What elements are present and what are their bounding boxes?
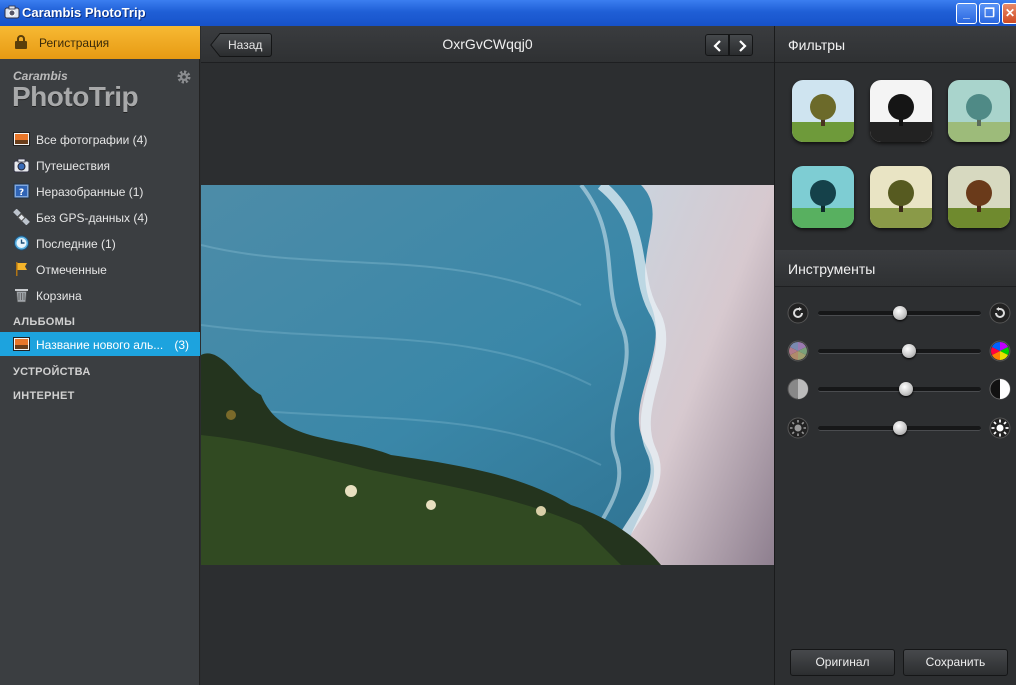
tree-icon — [792, 166, 854, 228]
slider-handle[interactable] — [892, 421, 907, 435]
nav-travels[interactable]: Путешествия — [0, 153, 200, 177]
svg-text:?: ? — [19, 188, 24, 198]
nav-trash[interactable]: Корзина — [0, 283, 200, 307]
photos-icon — [13, 132, 30, 146]
album-icon — [13, 337, 30, 351]
register-label: Регистрация — [39, 36, 110, 50]
nav-label: Все фотографии (4) — [36, 133, 148, 147]
rotate-right-icon[interactable] — [989, 302, 1011, 324]
tools-header: Инструменты — [775, 250, 1016, 287]
viewer-toolbar: Назад OxrGvCWqqj0 — [201, 26, 774, 63]
maximize-button[interactable]: ❐ — [979, 3, 1000, 24]
brightness-high-icon[interactable] — [989, 417, 1011, 439]
sidebar: Регистрация Carambis PhotoTrip Все фотог… — [0, 26, 200, 685]
devices-header[interactable]: УСТРОЙСТВА — [13, 366, 91, 378]
filter-cool[interactable] — [948, 80, 1010, 142]
tree-icon — [870, 166, 932, 228]
gear-icon[interactable] — [176, 69, 192, 85]
app-icon — [4, 5, 20, 19]
album-label: Название нового аль... — [36, 338, 164, 352]
chevron-left-icon — [713, 40, 721, 52]
brightness-tool — [787, 416, 1011, 440]
tree-icon — [792, 80, 854, 142]
slider-handle[interactable] — [902, 344, 917, 358]
right-panel: Фильтры Инструменты Оригинал Сохранить — [774, 26, 1016, 685]
album-count: (3) — [174, 338, 189, 352]
camera-icon — [13, 158, 30, 173]
filter-normal[interactable] — [792, 80, 854, 142]
clock-icon — [14, 235, 29, 251]
tools-title: Инструменты — [788, 261, 876, 277]
contrast-tool — [787, 377, 1011, 401]
rotate-tool — [787, 301, 1011, 325]
nav-unsorted[interactable]: ? Неразобранные (1) — [0, 179, 200, 203]
nav-flagged[interactable]: Отмеченные — [0, 257, 200, 281]
saturation-high-icon[interactable] — [989, 340, 1011, 362]
nav-label: Без GPS-данных (4) — [36, 211, 149, 225]
next-photo-button[interactable] — [729, 34, 753, 56]
main-photo — [201, 185, 774, 565]
window-titlebar: Carambis PhotoTrip _ ❐ ✕ — [0, 0, 1016, 26]
tree-icon — [948, 80, 1010, 142]
contrast-high-icon[interactable] — [989, 378, 1011, 400]
rotate-slider[interactable] — [818, 306, 981, 320]
tree-icon — [870, 80, 932, 142]
photo-viewer: Назад OxrGvCWqqj0 — [201, 26, 774, 685]
nav-label: Неразобранные (1) — [36, 185, 144, 199]
nav-all-photos[interactable]: Все фотографии (4) — [0, 127, 200, 151]
brightness-low-icon[interactable] — [787, 417, 809, 439]
nav-label: Путешествия — [36, 159, 111, 173]
filter-warm[interactable] — [948, 166, 1010, 228]
chevron-right-icon — [739, 40, 747, 52]
album-item[interactable]: Название нового аль... (3) — [0, 332, 200, 356]
rotate-left-icon[interactable] — [787, 302, 809, 324]
contrast-low-icon[interactable] — [787, 378, 809, 400]
filter-bw[interactable] — [870, 80, 932, 142]
saturation-slider[interactable] — [818, 344, 981, 358]
filters-header: Фильтры — [775, 26, 1016, 63]
previous-photo-button[interactable] — [705, 34, 729, 56]
filter-vintage[interactable] — [870, 166, 932, 228]
save-button[interactable]: Сохранить — [903, 649, 1008, 676]
tree-icon — [948, 166, 1010, 228]
nav-label: Последние (1) — [36, 237, 116, 251]
window-title: Carambis PhotoTrip — [22, 5, 146, 20]
contrast-slider[interactable] — [818, 382, 981, 396]
nav-label: Корзина — [36, 289, 82, 303]
photo-title: OxrGvCWqqj0 — [442, 36, 533, 52]
filter-teal[interactable] — [792, 166, 854, 228]
lock-icon — [15, 35, 27, 49]
close-button[interactable]: ✕ — [1002, 3, 1016, 24]
flag-icon — [16, 262, 27, 276]
nav-no-gps[interactable]: Без GPS-данных (4) — [0, 205, 200, 229]
brightness-slider[interactable] — [818, 421, 981, 435]
slider-handle[interactable] — [899, 382, 914, 396]
unsorted-icon: ? — [13, 183, 30, 199]
satellite-icon — [13, 209, 30, 225]
saturation-tool — [787, 339, 1011, 363]
slider-handle[interactable] — [892, 306, 907, 320]
logo-product: PhotoTrip — [12, 81, 139, 112]
minimize-button[interactable]: _ — [956, 3, 977, 24]
albums-header: АЛЬБОМЫ — [13, 316, 76, 328]
trash-icon — [15, 289, 28, 303]
nav-recent[interactable]: Последние (1) — [0, 231, 200, 255]
filters-title: Фильтры — [788, 37, 846, 53]
original-button[interactable]: Оригинал — [790, 649, 895, 676]
register-button[interactable]: Регистрация — [0, 26, 200, 59]
internet-header[interactable]: ИНТЕРНЕТ — [13, 390, 75, 402]
nav-label: Отмеченные — [36, 263, 107, 277]
saturation-low-icon[interactable] — [787, 340, 809, 362]
